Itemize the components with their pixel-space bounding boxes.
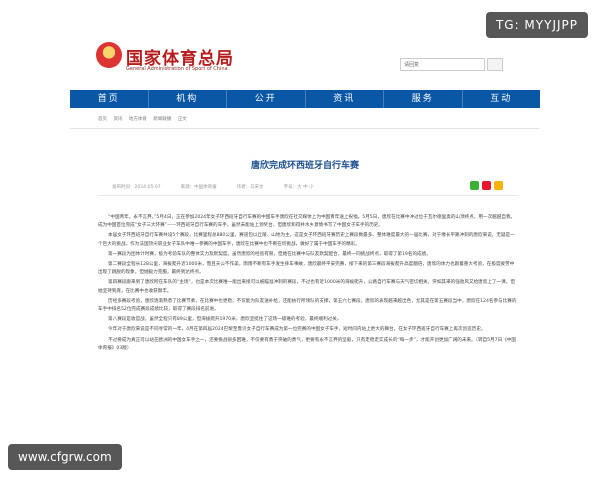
- nav-item-interaction[interactable]: 互动: [463, 90, 541, 108]
- paragraph: 本届女子环西班牙自行车赛共设5个赛段，比赛里程总880公里，赛道包以丘陵、山地为…: [98, 233, 515, 247]
- author: 作者：马宋文: [236, 185, 264, 190]
- paragraph: 第四赛段跟来到了唐欣所在车队的“主场”，也是本次比赛唯一能出来接可以被瞄准冲刺的…: [98, 280, 515, 294]
- article-meta: 发布时间：2024-05-07 来源：中国体育报 作者：马宋文 字号：大 中 小: [112, 184, 314, 190]
- paragraph: “中国青年，永不言弃。”5月4日，正在参加2024年女子环西班牙自行车赛的中国车…: [98, 215, 516, 229]
- national-emblem-icon[interactable]: [96, 42, 122, 68]
- article-page: 国家体育总局 General Administration of Sport o…: [70, 0, 540, 480]
- article-body: “中国青年，永不言弃。”5月4日，正在参加2024年女子环西班牙自行车赛的中国车…: [98, 214, 518, 355]
- nav-item-services[interactable]: 服务: [384, 90, 463, 108]
- source: 来源：中国体育报: [180, 185, 217, 190]
- divider: [70, 128, 540, 129]
- watermark-bottom-left: www.cfgrw.com: [8, 444, 122, 470]
- nav-item-disclosure[interactable]: 公开: [227, 90, 306, 108]
- paragraph: 历经多赛段考验，唐欣逐渐熟悉了比赛节奏，在比赛中也更稳，不仅能为队友送补给，还能…: [98, 298, 517, 313]
- nav-item-news[interactable]: 资讯: [306, 90, 384, 108]
- site-subtitle: General Administration of Sport of China: [126, 66, 228, 72]
- main-nav: 首页 机构 公开 资讯 服务 互动: [70, 90, 540, 108]
- breadcrumb: 首页 资讯 地方体育 新闻联播 正文: [98, 116, 192, 122]
- search-button[interactable]: [487, 58, 503, 71]
- breadcrumb-news-broadcast[interactable]: 新闻联播: [153, 117, 171, 122]
- weibo-share-icon[interactable]: [482, 181, 491, 190]
- nav-item-organization[interactable]: 机构: [149, 90, 227, 108]
- qzone-share-icon[interactable]: [494, 181, 503, 190]
- site-header: 国家体育总局 General Administration of Sport o…: [70, 0, 540, 90]
- search-input[interactable]: 请回复: [400, 58, 485, 71]
- nav-item-home[interactable]: 首页: [70, 90, 149, 108]
- publish-time: 发布时间：2024-05-07: [112, 185, 161, 190]
- breadcrumb-current: 正文: [177, 117, 187, 122]
- share-buttons: [470, 181, 503, 190]
- breadcrumb-home[interactable]: 首页: [98, 117, 107, 122]
- meta-divider: [98, 195, 518, 196]
- watermark-top-right: TG: MYYJJPP: [485, 12, 588, 38]
- paragraph: 第二赛段全程长128公里，海拔爬升近1000米，而且天公不作美，雨雨不断有车手发…: [98, 262, 515, 276]
- wechat-share-icon[interactable]: [470, 181, 479, 190]
- font-size-control[interactable]: 字号：大 中 小: [284, 184, 314, 190]
- paragraph: 第八赛段是收官战，虽然全程只有89公里，但海拔爬升1970米，唐欣坚挺住了这场一…: [108, 317, 342, 323]
- paragraph: 不过要成为真正可以站在欧洲的中国女车手之一，还要挑战很多困难，不仅要有勇于突破的…: [98, 337, 516, 351]
- article-title: 唐欣完成环西班牙自行车赛: [250, 161, 359, 171]
- breadcrumb-news[interactable]: 资讯: [113, 117, 122, 122]
- paragraph: 今年对于唐欣来说是不同寻常的一年，4月在第四届2024巴黎至鲁贝女子自行车赛成为…: [108, 327, 486, 333]
- paragraph: 第一赛段为团体计时赛，极为考验车队的整体实力及默契度。虽然唐欣的经验有限，但她在…: [108, 251, 431, 257]
- breadcrumb-local-sports[interactable]: 地方体育: [129, 117, 147, 122]
